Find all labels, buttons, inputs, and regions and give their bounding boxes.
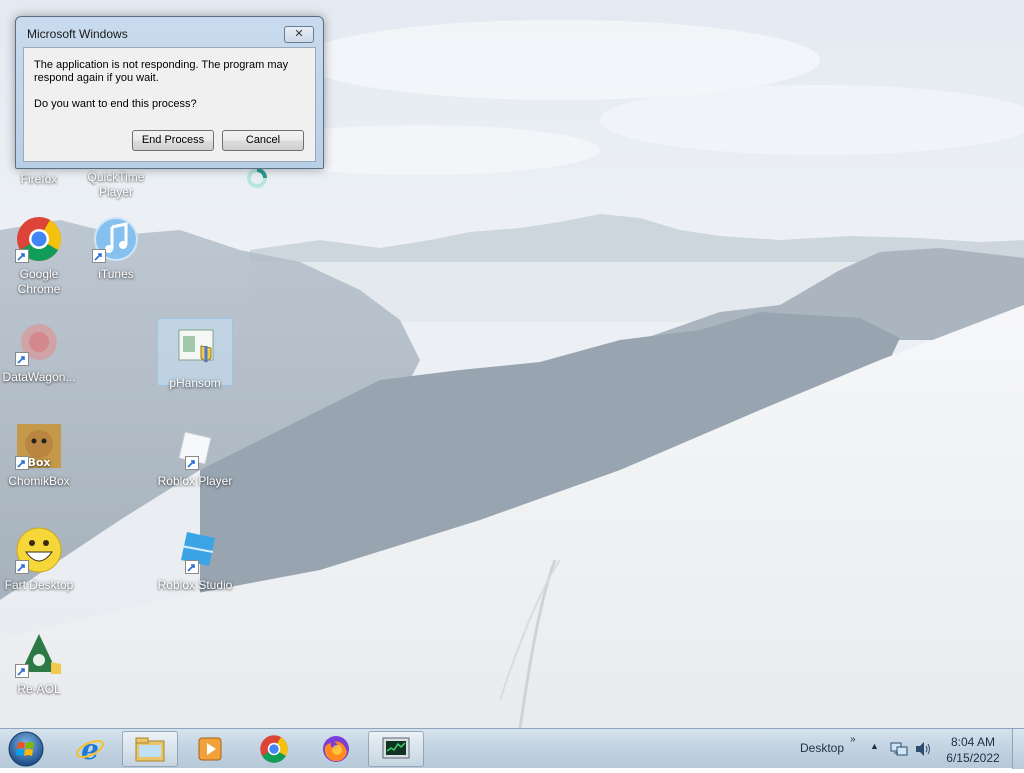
chrome-icon [15, 215, 63, 263]
firefox-icon [323, 736, 349, 762]
dialog-titlebar[interactable]: Microsoft Windows ✕ [16, 17, 323, 47]
itunes-icon [92, 215, 140, 263]
close-button[interactable]: ✕ [284, 26, 314, 43]
desktop-icon-chomikbox[interactable]: Box ChomikBox [1, 422, 77, 489]
dialog-body: The application is not responding. The p… [23, 47, 316, 162]
shortcut-arrow-icon [15, 249, 29, 263]
task-manager-icon [382, 737, 410, 759]
datawagon-icon [15, 318, 63, 366]
desktop-icon-phansom[interactable]: pHansom [157, 318, 233, 390]
desktop-icon-roblox-studio[interactable]: Roblox Studio [157, 526, 233, 593]
media-player-icon [198, 737, 222, 761]
desktop-icon-datawagon[interactable]: DataWagon... [1, 318, 77, 385]
windows-orb-icon [8, 731, 44, 767]
clock-time: 8:04 AM [950, 735, 996, 749]
shortcut-arrow-icon [15, 456, 29, 470]
shortcut-arrow-icon [15, 664, 29, 678]
dialog-title: Microsoft Windows [27, 27, 128, 41]
phansom-icon [171, 324, 219, 372]
desktop-icon-re-aol[interactable]: Re-AOL [1, 630, 77, 697]
roblox-player-icon [171, 422, 219, 470]
taskbar-chrome[interactable] [246, 731, 302, 767]
desktop-toolbar-label[interactable]: Desktop [800, 741, 844, 755]
roblox-studio-icon [171, 526, 219, 574]
desktop-icon-label: Firefox [20, 172, 58, 186]
aol-icon [15, 630, 63, 678]
chomikbox-icon: Box [15, 422, 63, 470]
shortcut-arrow-icon [185, 456, 199, 470]
desktop-icon-label: iTunes [98, 267, 134, 281]
desktop-icon-google-chrome[interactable]: Google Chrome [1, 215, 77, 297]
chrome-icon [260, 735, 288, 763]
taskbar-task-manager[interactable] [368, 731, 424, 767]
internet-explorer-icon: e [76, 734, 104, 764]
toolbar-chevron-icon[interactable]: » [850, 734, 856, 745]
shortcut-arrow-icon [92, 249, 106, 263]
dialog-question: Do you want to end this process? [34, 98, 197, 110]
svg-text:e: e [81, 734, 99, 764]
smiley-icon [15, 526, 63, 574]
busy-cursor-icon [247, 168, 267, 188]
taskbar: e Desktop » ▲ 8:04 AM 6/15/2022 [0, 728, 1024, 769]
desktop-icon-label: QuickTime Player [87, 170, 145, 199]
cancel-button[interactable]: Cancel [222, 130, 304, 151]
shortcut-arrow-icon [185, 560, 199, 574]
desktop-icon-label: Google Chrome [17, 267, 61, 296]
file-explorer-icon [135, 737, 165, 762]
desktop-icon-itunes[interactable]: iTunes [78, 215, 154, 282]
taskbar-firefox[interactable] [308, 731, 364, 767]
start-button[interactable] [4, 730, 48, 768]
network-icon[interactable] [890, 741, 908, 762]
not-responding-dialog: Microsoft Windows ✕ The application is n… [15, 16, 324, 169]
desktop-icon-label: Re-AOL [17, 682, 61, 696]
taskbar-internet-explorer[interactable]: e [62, 731, 118, 767]
dialog-message: The application is not responding. The p… [34, 59, 289, 84]
shortcut-arrow-icon [15, 560, 29, 574]
desktop-icon-label: pHansom [169, 376, 221, 390]
desktop-icon-label: Roblox Player [157, 474, 233, 488]
taskbar-file-explorer[interactable] [122, 731, 178, 767]
show-desktop-button[interactable] [1012, 729, 1024, 769]
svg-text:Box: Box [27, 456, 50, 469]
desktop-icon-label: ChomikBox [8, 474, 70, 488]
desktop-icon-label: Roblox Studio [157, 578, 233, 592]
show-hidden-icons-button[interactable]: ▲ [870, 741, 879, 751]
clock-date: 6/15/2022 [946, 751, 1000, 765]
desktop-icon-fart-desktop[interactable]: Fart Desktop [1, 526, 77, 593]
end-process-button[interactable]: End Process [132, 130, 214, 151]
desktop-icon-roblox-player[interactable]: Roblox Player [157, 422, 233, 489]
desktop[interactable]: Firefox QuickTime Player Google Chrome i… [0, 0, 1024, 728]
system-clock[interactable]: 8:04 AM 6/15/2022 [940, 734, 1006, 766]
volume-icon[interactable] [914, 741, 932, 762]
shortcut-arrow-icon [15, 352, 29, 366]
taskbar-media-player[interactable] [182, 731, 238, 767]
desktop-icon-label: Fart Desktop [4, 578, 74, 592]
desktop-icon-label: DataWagon... [2, 370, 76, 384]
